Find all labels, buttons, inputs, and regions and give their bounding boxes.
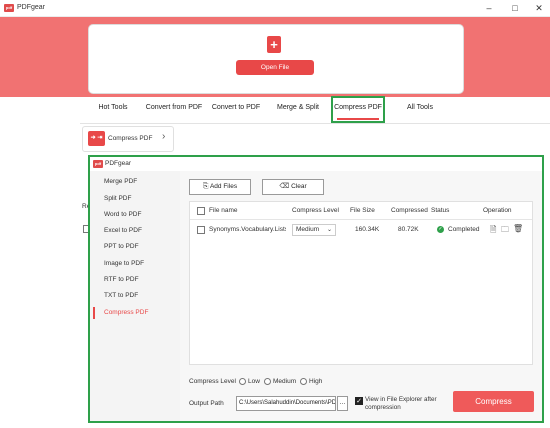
select-all-checkbox[interactable] — [197, 207, 205, 215]
minimize-button[interactable]: – — [476, 0, 502, 17]
view-in-explorer-checkbox[interactable]: ✓ — [355, 397, 363, 405]
open-file-card[interactable] — [88, 24, 464, 94]
maximize-button[interactable]: □ — [502, 0, 528, 17]
add-file-icon[interactable]: + — [267, 36, 281, 53]
dialog-title: PDFgear — [105, 160, 132, 167]
sidebar-item-word-to-pdf[interactable]: Word to PDF — [104, 211, 141, 223]
row-file-name: Synonyms.Vocabulary.Lists.pdf — [209, 226, 286, 233]
row-checkbox[interactable] — [197, 226, 205, 234]
sidebar-item-image-to-pdf[interactable]: Image to PDF — [104, 260, 144, 272]
eraser-icon: ⌫ — [279, 183, 290, 190]
sidebar-item-excel-to-pdf[interactable]: Excel to PDF — [104, 227, 142, 239]
radio-high-label: High — [309, 378, 323, 385]
row-compressed-size: 80.72K — [398, 226, 419, 233]
chevron-right-icon: › — [162, 131, 166, 142]
title-bar: pdf PDFgear – □ ✕ — [0, 0, 550, 17]
dialog-logo-icon: pdf — [93, 160, 103, 168]
output-path-input[interactable]: C:\Users\Salahuddin\Documents\PDFgear — [236, 396, 336, 411]
tab-convert-from-pdf[interactable]: Convert from PDF — [145, 104, 203, 116]
app-logo-icon: pdf — [4, 4, 14, 12]
clear-button[interactable]: ⌫ Clear — [262, 179, 324, 195]
radio-medium[interactable] — [264, 378, 271, 385]
active-tab-underline — [337, 118, 379, 120]
output-path-label: Output Path — [189, 400, 224, 407]
tab-hot-tools[interactable]: Hot Tools — [96, 104, 130, 116]
sidebar-active-marker — [93, 307, 95, 319]
close-button[interactable]: ✕ — [526, 0, 550, 17]
col-compressed-size: Compressed S — [391, 207, 429, 214]
trash-icon[interactable]: 🗑 — [513, 224, 523, 233]
compress-tool-icon: ➜ ⇥ — [88, 131, 105, 146]
sidebar-item-ppt-to-pdf[interactable]: PPT to PDF — [104, 243, 139, 255]
tab-divider — [80, 123, 550, 124]
chevron-down-icon: ⌄ — [326, 227, 332, 233]
add-files-label: Add Files — [209, 183, 238, 190]
folder-icon[interactable]: 🗀 — [501, 224, 509, 238]
sidebar-item-txt-to-pdf[interactable]: TXT to PDF — [104, 292, 138, 304]
browse-button[interactable]: ... — [337, 396, 348, 411]
row-status: Completed — [448, 226, 480, 233]
tab-convert-to-pdf[interactable]: Convert to PDF — [211, 104, 261, 116]
compress-button[interactable]: Compress — [453, 391, 534, 412]
add-file-icon-small: ⎘ — [202, 183, 209, 190]
document-icon[interactable]: 🗎 — [490, 224, 496, 238]
col-status: Status — [431, 207, 450, 214]
col-operation: Operation — [483, 207, 512, 214]
col-file-name: File name — [209, 207, 238, 214]
clear-label: Clear — [291, 183, 307, 190]
radio-low-label: Low — [248, 378, 260, 385]
col-compress-level: Compress Level — [292, 207, 339, 214]
view-in-explorer-label: View in File Explorer after compression — [365, 396, 437, 411]
dialog-title-bar: pdf PDFgear — [90, 157, 542, 171]
success-check-icon: ✓ — [437, 226, 444, 233]
open-file-button[interactable]: Open File — [236, 60, 314, 75]
col-file-size: File Size — [350, 207, 375, 214]
add-files-button[interactable]: ⎘ Add Files — [189, 179, 251, 195]
radio-medium-label: Medium — [273, 378, 297, 385]
radio-high[interactable] — [300, 378, 307, 385]
sidebar-item-rtf-to-pdf[interactable]: RTF to PDF — [104, 276, 139, 288]
compress-level-value: Medium — [296, 226, 320, 233]
compress-level-select[interactable]: Medium ⌄ — [292, 224, 336, 236]
sidebar-item-compress-pdf[interactable]: Compress PDF — [104, 309, 148, 321]
compress-level-label: Compress Level — [189, 378, 236, 385]
sidebar-item-merge-pdf[interactable]: Merge PDF — [104, 178, 137, 190]
sidebar-item-split-pdf[interactable]: Split PDF — [104, 195, 131, 207]
radio-low[interactable] — [239, 378, 246, 385]
compress-tool-label: Compress PDF — [108, 135, 153, 142]
tab-all-tools[interactable]: All Tools — [403, 104, 437, 116]
app-title: PDFgear — [17, 4, 46, 11]
tab-merge-split[interactable]: Merge & Split — [273, 104, 323, 116]
row-file-size: 160.34K — [355, 226, 380, 233]
